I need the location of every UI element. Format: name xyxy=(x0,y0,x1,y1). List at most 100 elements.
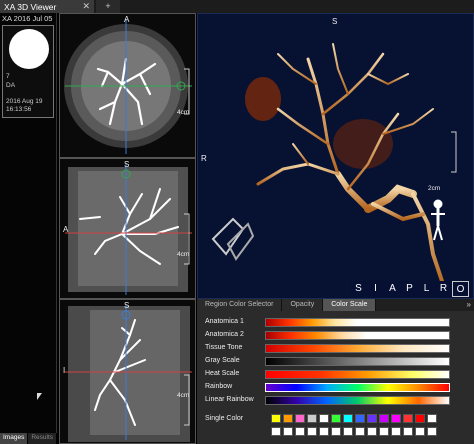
axial-viewport[interactable]: A 4cm xyxy=(59,13,196,158)
series-date: 2016 Aug 19 xyxy=(6,98,43,105)
color-scale-bar[interactable] xyxy=(265,344,450,353)
color-swatch[interactable] xyxy=(355,427,365,436)
color-scale-row[interactable]: Linear Rainbow xyxy=(205,395,467,406)
coronal-scale: 4cm xyxy=(177,251,190,258)
color-panel: Region Color Selector Opacity Color Scal… xyxy=(197,299,474,444)
color-scale-bar[interactable] xyxy=(265,396,450,405)
tab-region-color-selector[interactable]: Region Color Selector xyxy=(197,299,283,311)
orient-posterior-button[interactable]: P xyxy=(401,281,418,297)
color-scale-row[interactable]: Anatomica 1 xyxy=(205,317,467,328)
color-scale-bar[interactable] xyxy=(265,383,450,392)
color-swatch[interactable] xyxy=(343,427,353,436)
color-swatch[interactable] xyxy=(271,414,281,423)
axial-scale: 4cm xyxy=(177,109,190,116)
color-scale-label: Anatomica 1 xyxy=(205,318,244,325)
orientation-buttons: S I A P L R O xyxy=(350,281,469,297)
color-swatch[interactable] xyxy=(391,427,401,436)
tab-results[interactable]: Results xyxy=(28,433,58,444)
color-scale-label: Rainbow xyxy=(205,383,233,390)
panel-tabs: Region Color Selector Opacity Color Scal… xyxy=(197,299,474,311)
tab-images[interactable]: Images xyxy=(0,433,29,444)
color-scale-bar[interactable] xyxy=(265,357,450,366)
color-scale-row[interactable]: Heat Scale xyxy=(205,369,467,380)
single-color-swatches-2 xyxy=(271,427,437,436)
color-scale-label: Anatomica 2 xyxy=(205,331,244,338)
color-swatch[interactable] xyxy=(367,414,377,423)
color-swatch[interactable] xyxy=(295,414,305,423)
volume-render-image xyxy=(211,43,457,286)
orient-right-button[interactable]: R xyxy=(435,281,452,297)
color-swatch[interactable] xyxy=(427,414,437,423)
color-swatch[interactable] xyxy=(403,427,413,436)
coronal-image xyxy=(65,164,192,295)
orient-oblique-button[interactable]: O xyxy=(452,281,469,297)
orient-anterior-button[interactable]: A xyxy=(384,281,401,297)
color-swatch[interactable] xyxy=(391,414,401,423)
coronal-top-label: S xyxy=(124,160,130,169)
series-label: DA xyxy=(6,82,16,89)
orient-left-button[interactable]: L xyxy=(418,281,435,297)
color-swatch[interactable] xyxy=(343,414,353,423)
color-swatch[interactable] xyxy=(295,427,305,436)
color-scale-label: Heat Scale xyxy=(205,370,240,377)
color-swatch[interactable] xyxy=(379,414,389,423)
mouse-cursor-icon xyxy=(37,393,42,400)
color-swatch[interactable] xyxy=(319,427,329,436)
color-swatch[interactable] xyxy=(379,427,389,436)
main3d-top-label: S xyxy=(332,17,338,26)
single-color-row: Single Color xyxy=(205,414,467,425)
color-scale-bar[interactable] xyxy=(265,331,450,340)
color-swatch[interactable] xyxy=(415,414,425,423)
series-header: XA 2016 Jul 05 xyxy=(2,14,53,23)
color-scale-label: Gray Scale xyxy=(205,357,240,364)
color-swatch[interactable] xyxy=(403,414,413,423)
add-tab-icon[interactable]: + xyxy=(96,0,120,13)
single-color-swatches xyxy=(271,414,437,423)
color-swatch[interactable] xyxy=(367,427,377,436)
main3d-left-label: R xyxy=(201,154,207,163)
color-swatch[interactable] xyxy=(355,414,365,423)
tab-color-scale[interactable]: Color Scale xyxy=(323,299,377,311)
color-scale-row[interactable]: Anatomica 2 xyxy=(205,330,467,341)
sagittal-left-label: I xyxy=(63,366,66,375)
color-swatch[interactable] xyxy=(283,427,293,436)
single-color-row-2 xyxy=(205,427,467,438)
color-scale-bar[interactable] xyxy=(265,318,450,327)
tab-xa-3d-viewer[interactable]: XA 3D Viewer ✕ xyxy=(0,0,94,13)
tab-opacity[interactable]: Opacity xyxy=(282,299,324,311)
sagittal-scale: 4cm xyxy=(177,392,190,399)
axial-image xyxy=(64,19,192,154)
orient-inferior-button[interactable]: I xyxy=(367,281,384,297)
color-swatch[interactable] xyxy=(271,427,281,436)
series-number: 7 xyxy=(6,73,10,80)
color-swatch[interactable] xyxy=(283,414,293,423)
color-swatch[interactable] xyxy=(331,414,341,423)
coronal-viewport[interactable]: S A 4cm xyxy=(59,158,196,299)
volume-render-viewport[interactable]: S R 2cm xyxy=(197,13,474,299)
orient-superior-button[interactable]: S xyxy=(350,281,367,297)
sagittal-top-label: S xyxy=(124,301,130,310)
color-scale-row[interactable]: Rainbow xyxy=(205,382,467,393)
coronal-left-label: A xyxy=(63,225,69,234)
color-swatch[interactable] xyxy=(319,414,329,423)
color-scale-row[interactable]: Gray Scale xyxy=(205,356,467,367)
color-scale-bar[interactable] xyxy=(265,370,450,379)
tab-title: XA 3D Viewer xyxy=(4,1,57,12)
color-swatch[interactable] xyxy=(415,427,425,436)
close-icon[interactable]: ✕ xyxy=(82,1,90,12)
main3d-scale: 2cm xyxy=(428,185,441,192)
color-swatch[interactable] xyxy=(307,414,317,423)
series-thumbnail[interactable]: 7 DA 2016 Aug 19 16:13:56 xyxy=(2,25,54,118)
sagittal-viewport[interactable]: S I 4cm xyxy=(59,299,196,444)
thumbnail-image xyxy=(9,29,49,69)
color-scale-label: Linear Rainbow xyxy=(205,396,254,403)
color-scale-row[interactable]: Tissue Tone xyxy=(205,343,467,354)
axial-top-label: A xyxy=(124,15,130,24)
color-swatch[interactable] xyxy=(307,427,317,436)
color-swatch[interactable] xyxy=(427,427,437,436)
color-swatch[interactable] xyxy=(331,427,341,436)
collapse-icon[interactable]: » xyxy=(467,300,471,309)
series-time: 16:13:56 xyxy=(6,106,32,113)
sagittal-image xyxy=(65,305,192,442)
single-color-label: Single Color xyxy=(205,415,244,422)
